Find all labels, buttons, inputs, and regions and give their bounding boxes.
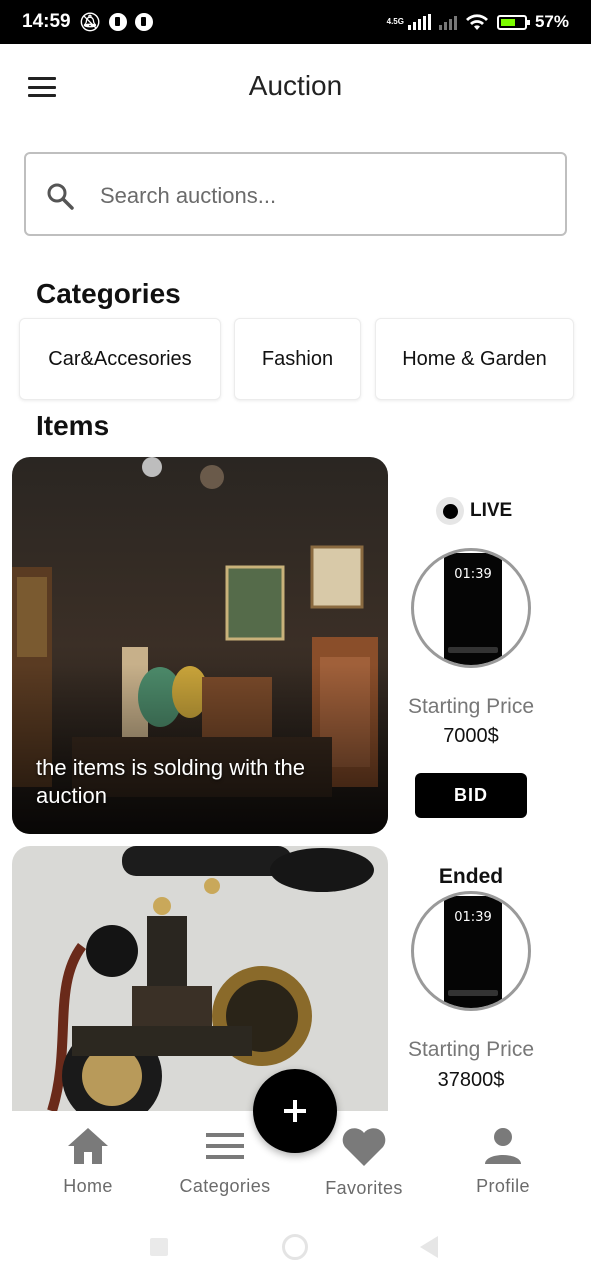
phone-strip bbox=[448, 647, 498, 653]
timer-text: 01:39 bbox=[454, 567, 492, 582]
user-icon bbox=[485, 1128, 521, 1164]
item-caption: the items is solding with the auction bbox=[36, 755, 306, 808]
phone-image-2: 01:39 bbox=[444, 896, 502, 1008]
battery-icon bbox=[496, 14, 530, 30]
status-right: 4.5G 57% bbox=[387, 12, 569, 32]
item-timer-thumbnail-2: 01:39 bbox=[411, 891, 531, 1011]
category-chip-car-accessories[interactable]: Car&Accesories bbox=[19, 318, 221, 400]
network-type: 4.5G bbox=[386, 17, 404, 26]
plus-icon bbox=[284, 1100, 306, 1122]
battery-level: 57% bbox=[534, 12, 569, 31]
home-icon bbox=[68, 1128, 108, 1164]
phone-image: 01:39 bbox=[444, 553, 502, 665]
wifi-icon bbox=[465, 14, 488, 30]
timer-text-2: 01:39 bbox=[454, 910, 492, 925]
nav-home-label: Home bbox=[63, 1176, 113, 1196]
price-value-2: 37800$ bbox=[437, 1069, 505, 1091]
back-icon[interactable] bbox=[420, 1236, 438, 1258]
category-chip-fashion[interactable]: Fashion bbox=[234, 318, 361, 400]
live-status-label: LIVE bbox=[470, 500, 513, 521]
live-status-badge: LIVE bbox=[436, 497, 512, 525]
price-value: 7000$ bbox=[443, 725, 499, 747]
app-notification-icon-2 bbox=[135, 13, 154, 31]
add-auction-button[interactable] bbox=[253, 1069, 337, 1153]
recent-apps-icon[interactable] bbox=[150, 1238, 168, 1256]
search-input[interactable] bbox=[100, 170, 540, 222]
nav-profile-label: Profile bbox=[476, 1176, 530, 1196]
ended-status-label: Ended bbox=[438, 865, 504, 888]
live-dot-icon bbox=[436, 497, 464, 525]
status-left: 14:59 🔕︎ bbox=[22, 11, 154, 33]
app-notification-icon bbox=[109, 13, 128, 31]
status-bar: 14:59 🔕︎ 4.5G 57% bbox=[0, 0, 591, 44]
nav-favorites-label: Favorites bbox=[325, 1178, 403, 1198]
item-card-image[interactable]: the items is solding with the auction bbox=[12, 457, 388, 834]
category-chip-home-garden[interactable]: Home & Garden bbox=[375, 318, 574, 400]
bid-button[interactable]: BID bbox=[415, 773, 527, 818]
signal-icon bbox=[407, 14, 431, 30]
list-icon bbox=[206, 1133, 244, 1159]
nav-profile[interactable]: Profile bbox=[433, 1126, 573, 1197]
item-timer-thumbnail: 01:39 bbox=[411, 548, 531, 668]
app-screen: 14:59 🔕︎ 4.5G 57% Auction Categories Car… bbox=[0, 0, 591, 1280]
status-time: 14:59 bbox=[22, 11, 71, 32]
mute-icon: 🔕︎ bbox=[78, 11, 102, 32]
nav-categories-label: Categories bbox=[179, 1176, 271, 1196]
nav-home[interactable]: Home bbox=[18, 1126, 158, 1197]
phone-strip-2 bbox=[448, 990, 498, 996]
categories-heading: Categories bbox=[36, 278, 181, 309]
heart-icon bbox=[342, 1128, 386, 1166]
item-card-image-2[interactable] bbox=[12, 846, 388, 1111]
home-system-icon[interactable] bbox=[282, 1234, 308, 1260]
price-label: Starting Price bbox=[407, 695, 535, 718]
items-heading: Items bbox=[36, 410, 110, 441]
signal-2-icon bbox=[438, 14, 457, 30]
search-icon bbox=[47, 183, 74, 210]
price-label-2: Starting Price bbox=[407, 1038, 535, 1061]
antique-telephone-photo bbox=[12, 846, 388, 1111]
page-title: Auction bbox=[248, 70, 343, 101]
